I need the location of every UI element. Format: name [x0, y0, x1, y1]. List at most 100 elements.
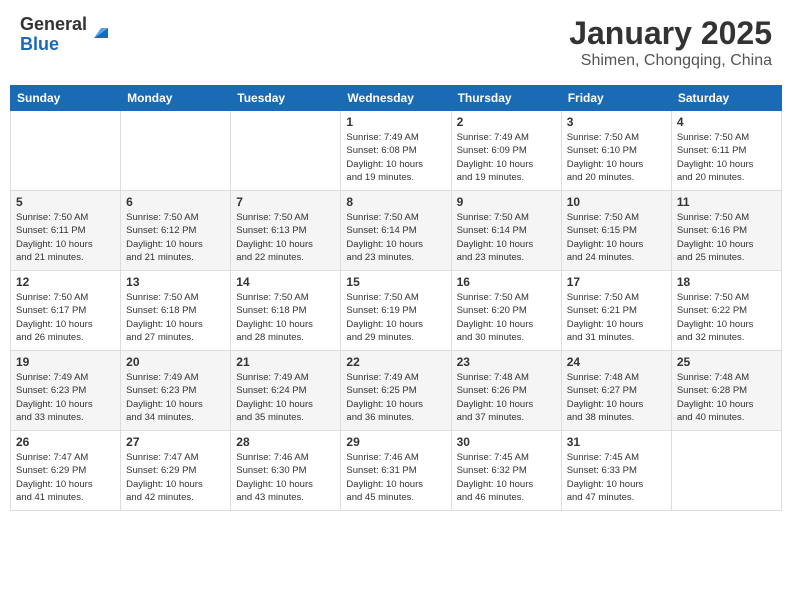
day-cell: 2Sunrise: 7:49 AM Sunset: 6:09 PM Daylig… [451, 111, 561, 191]
day-info: Sunrise: 7:50 AM Sunset: 6:19 PM Dayligh… [346, 291, 445, 344]
day-number: 13 [126, 275, 225, 289]
day-cell: 7 Sunrise: 7:50 AM Sunset: 6:13 PM Daylig… [231, 191, 341, 271]
calendar-header: SundayMondayTuesdayWednesdayThursdayFrid… [11, 86, 782, 111]
day-number: 15 [346, 275, 445, 289]
day-cell: 3 Sunrise: 7:50 AM Sunset: 6:10 PM Daylig… [561, 111, 671, 191]
day-info: Sunrise: 7:47 AM Sunset: 6:29 PM Dayligh… [126, 451, 225, 504]
week-row-4: 19 Sunrise: 7:49 AM Sunset: 6:23 PM Dayli… [11, 351, 782, 431]
day-info: Sunrise: 7:48 AM Sunset: 6:28 PM Dayligh… [677, 371, 776, 424]
week-row-5: 26 Sunrise: 7:47 AM Sunset: 6:29 PM Dayli… [11, 431, 782, 511]
day-cell: 21Sunrise: 7:49 AM Sunset: 6:24 PM Dayli… [231, 351, 341, 431]
day-number: 3 [567, 115, 666, 129]
day-cell: 5 Sunrise: 7:50 AM Sunset: 6:11 PM Daylig… [11, 191, 121, 271]
day-cell: 11 Sunrise: 7:50 AM Sunset: 6:16 PM Dayli… [671, 191, 781, 271]
day-cell: 23Sunrise: 7:48 AM Sunset: 6:26 PM Dayli… [451, 351, 561, 431]
day-info: Sunrise: 7:47 AM Sunset: 6:29 PM Dayligh… [16, 451, 115, 504]
day-info: Sunrise: 7:50 AM Sunset: 6:12 PM Dayligh… [126, 211, 225, 264]
day-cell: 16 Sunrise: 7:50 AM Sunset: 6:20 PM Dayli… [451, 271, 561, 351]
day-info: Sunrise: 7:49 AM Sunset: 6:23 PM Dayligh… [126, 371, 225, 424]
day-info: Sunrise: 7:45 AM Sunset: 6:33 PM Dayligh… [567, 451, 666, 504]
weekday-header-thursday: Thursday [451, 86, 561, 111]
day-cell: 20Sunrise: 7:49 AM Sunset: 6:23 PM Dayli… [121, 351, 231, 431]
title-block: January 2025 Shimen, Chongqing, China [569, 15, 772, 70]
day-cell: 1 Sunrise: 7:49 AM Sunset: 6:08 PM Daylig… [341, 111, 451, 191]
day-info: Sunrise: 7:50 AM Sunset: 6:17 PM Dayligh… [16, 291, 115, 344]
day-info: Sunrise: 7:50 AM Sunset: 6:13 PM Dayligh… [236, 211, 335, 264]
day-cell: 12 Sunrise: 7:50 AM Sunset: 6:17 PM Dayli… [11, 271, 121, 351]
day-number: 7 [236, 195, 335, 209]
logo-icon [90, 20, 112, 42]
day-cell: 31Sunrise: 7:45 AM Sunset: 6:33 PM Dayli… [561, 431, 671, 511]
day-number: 19 [16, 355, 115, 369]
weekday-header-sunday: Sunday [11, 86, 121, 111]
day-cell: 10Sunrise: 7:50 AM Sunset: 6:15 PM Dayli… [561, 191, 671, 271]
month-title: January 2025 [569, 15, 772, 52]
day-cell [121, 111, 231, 191]
weekday-header-saturday: Saturday [671, 86, 781, 111]
day-number: 26 [16, 435, 115, 449]
day-cell: 9 Sunrise: 7:50 AM Sunset: 6:14 PM Daylig… [451, 191, 561, 271]
day-cell: 28 Sunrise: 7:46 AM Sunset: 6:30 PM Dayli… [231, 431, 341, 511]
day-number: 11 [677, 195, 776, 209]
day-number: 28 [236, 435, 335, 449]
week-row-2: 5 Sunrise: 7:50 AM Sunset: 6:11 PM Daylig… [11, 191, 782, 271]
day-info: Sunrise: 7:50 AM Sunset: 6:18 PM Dayligh… [126, 291, 225, 344]
day-cell [11, 111, 121, 191]
day-number: 21 [236, 355, 335, 369]
logo: General Blue [20, 15, 112, 55]
day-info: Sunrise: 7:48 AM Sunset: 6:26 PM Dayligh… [457, 371, 556, 424]
page-header: General Blue January 2025 Shimen, Chongq… [10, 10, 782, 75]
day-number: 22 [346, 355, 445, 369]
day-number: 8 [346, 195, 445, 209]
day-number: 24 [567, 355, 666, 369]
day-number: 30 [457, 435, 556, 449]
day-number: 25 [677, 355, 776, 369]
day-number: 18 [677, 275, 776, 289]
day-cell: 4Sunrise: 7:50 AM Sunset: 6:11 PM Daylig… [671, 111, 781, 191]
day-info: Sunrise: 7:46 AM Sunset: 6:30 PM Dayligh… [236, 451, 335, 504]
day-info: Sunrise: 7:46 AM Sunset: 6:31 PM Dayligh… [346, 451, 445, 504]
day-info: Sunrise: 7:50 AM Sunset: 6:14 PM Dayligh… [457, 211, 556, 264]
day-number: 9 [457, 195, 556, 209]
weekday-header-friday: Friday [561, 86, 671, 111]
day-number: 17 [567, 275, 666, 289]
day-cell: 15 Sunrise: 7:50 AM Sunset: 6:19 PM Dayli… [341, 271, 451, 351]
day-cell: 17 Sunrise: 7:50 AM Sunset: 6:21 PM Dayli… [561, 271, 671, 351]
logo-general-text: General [20, 15, 87, 35]
day-cell: 18Sunrise: 7:50 AM Sunset: 6:22 PM Dayli… [671, 271, 781, 351]
day-info: Sunrise: 7:49 AM Sunset: 6:09 PM Dayligh… [457, 131, 556, 184]
day-cell: 27 Sunrise: 7:47 AM Sunset: 6:29 PM Dayli… [121, 431, 231, 511]
day-info: Sunrise: 7:45 AM Sunset: 6:32 PM Dayligh… [457, 451, 556, 504]
day-number: 4 [677, 115, 776, 129]
day-info: Sunrise: 7:50 AM Sunset: 6:11 PM Dayligh… [16, 211, 115, 264]
day-info: Sunrise: 7:50 AM Sunset: 6:10 PM Dayligh… [567, 131, 666, 184]
day-number: 6 [126, 195, 225, 209]
day-cell: 30 Sunrise: 7:45 AM Sunset: 6:32 PM Dayli… [451, 431, 561, 511]
day-info: Sunrise: 7:50 AM Sunset: 6:18 PM Dayligh… [236, 291, 335, 344]
day-number: 27 [126, 435, 225, 449]
day-cell: 8 Sunrise: 7:50 AM Sunset: 6:14 PM Daylig… [341, 191, 451, 271]
day-info: Sunrise: 7:48 AM Sunset: 6:27 PM Dayligh… [567, 371, 666, 424]
location: Shimen, Chongqing, China [569, 52, 772, 70]
day-cell: 19 Sunrise: 7:49 AM Sunset: 6:23 PM Dayli… [11, 351, 121, 431]
day-number: 16 [457, 275, 556, 289]
day-info: Sunrise: 7:50 AM Sunset: 6:21 PM Dayligh… [567, 291, 666, 344]
calendar-table: SundayMondayTuesdayWednesdayThursdayFrid… [10, 85, 782, 511]
day-number: 10 [567, 195, 666, 209]
weekday-header-wednesday: Wednesday [341, 86, 451, 111]
day-cell: 26 Sunrise: 7:47 AM Sunset: 6:29 PM Dayli… [11, 431, 121, 511]
day-info: Sunrise: 7:50 AM Sunset: 6:14 PM Dayligh… [346, 211, 445, 264]
day-info: Sunrise: 7:49 AM Sunset: 6:08 PM Dayligh… [346, 131, 445, 184]
day-number: 5 [16, 195, 115, 209]
day-info: Sunrise: 7:50 AM Sunset: 6:16 PM Dayligh… [677, 211, 776, 264]
weekday-header-monday: Monday [121, 86, 231, 111]
day-number: 12 [16, 275, 115, 289]
week-row-1: 1 Sunrise: 7:49 AM Sunset: 6:08 PM Daylig… [11, 111, 782, 191]
day-cell: 29Sunrise: 7:46 AM Sunset: 6:31 PM Dayli… [341, 431, 451, 511]
weekday-header-tuesday: Tuesday [231, 86, 341, 111]
day-number: 1 [346, 115, 445, 129]
day-info: Sunrise: 7:49 AM Sunset: 6:23 PM Dayligh… [16, 371, 115, 424]
day-cell [231, 111, 341, 191]
day-cell: 25 Sunrise: 7:48 AM Sunset: 6:28 PM Dayli… [671, 351, 781, 431]
day-info: Sunrise: 7:50 AM Sunset: 6:20 PM Dayligh… [457, 291, 556, 344]
